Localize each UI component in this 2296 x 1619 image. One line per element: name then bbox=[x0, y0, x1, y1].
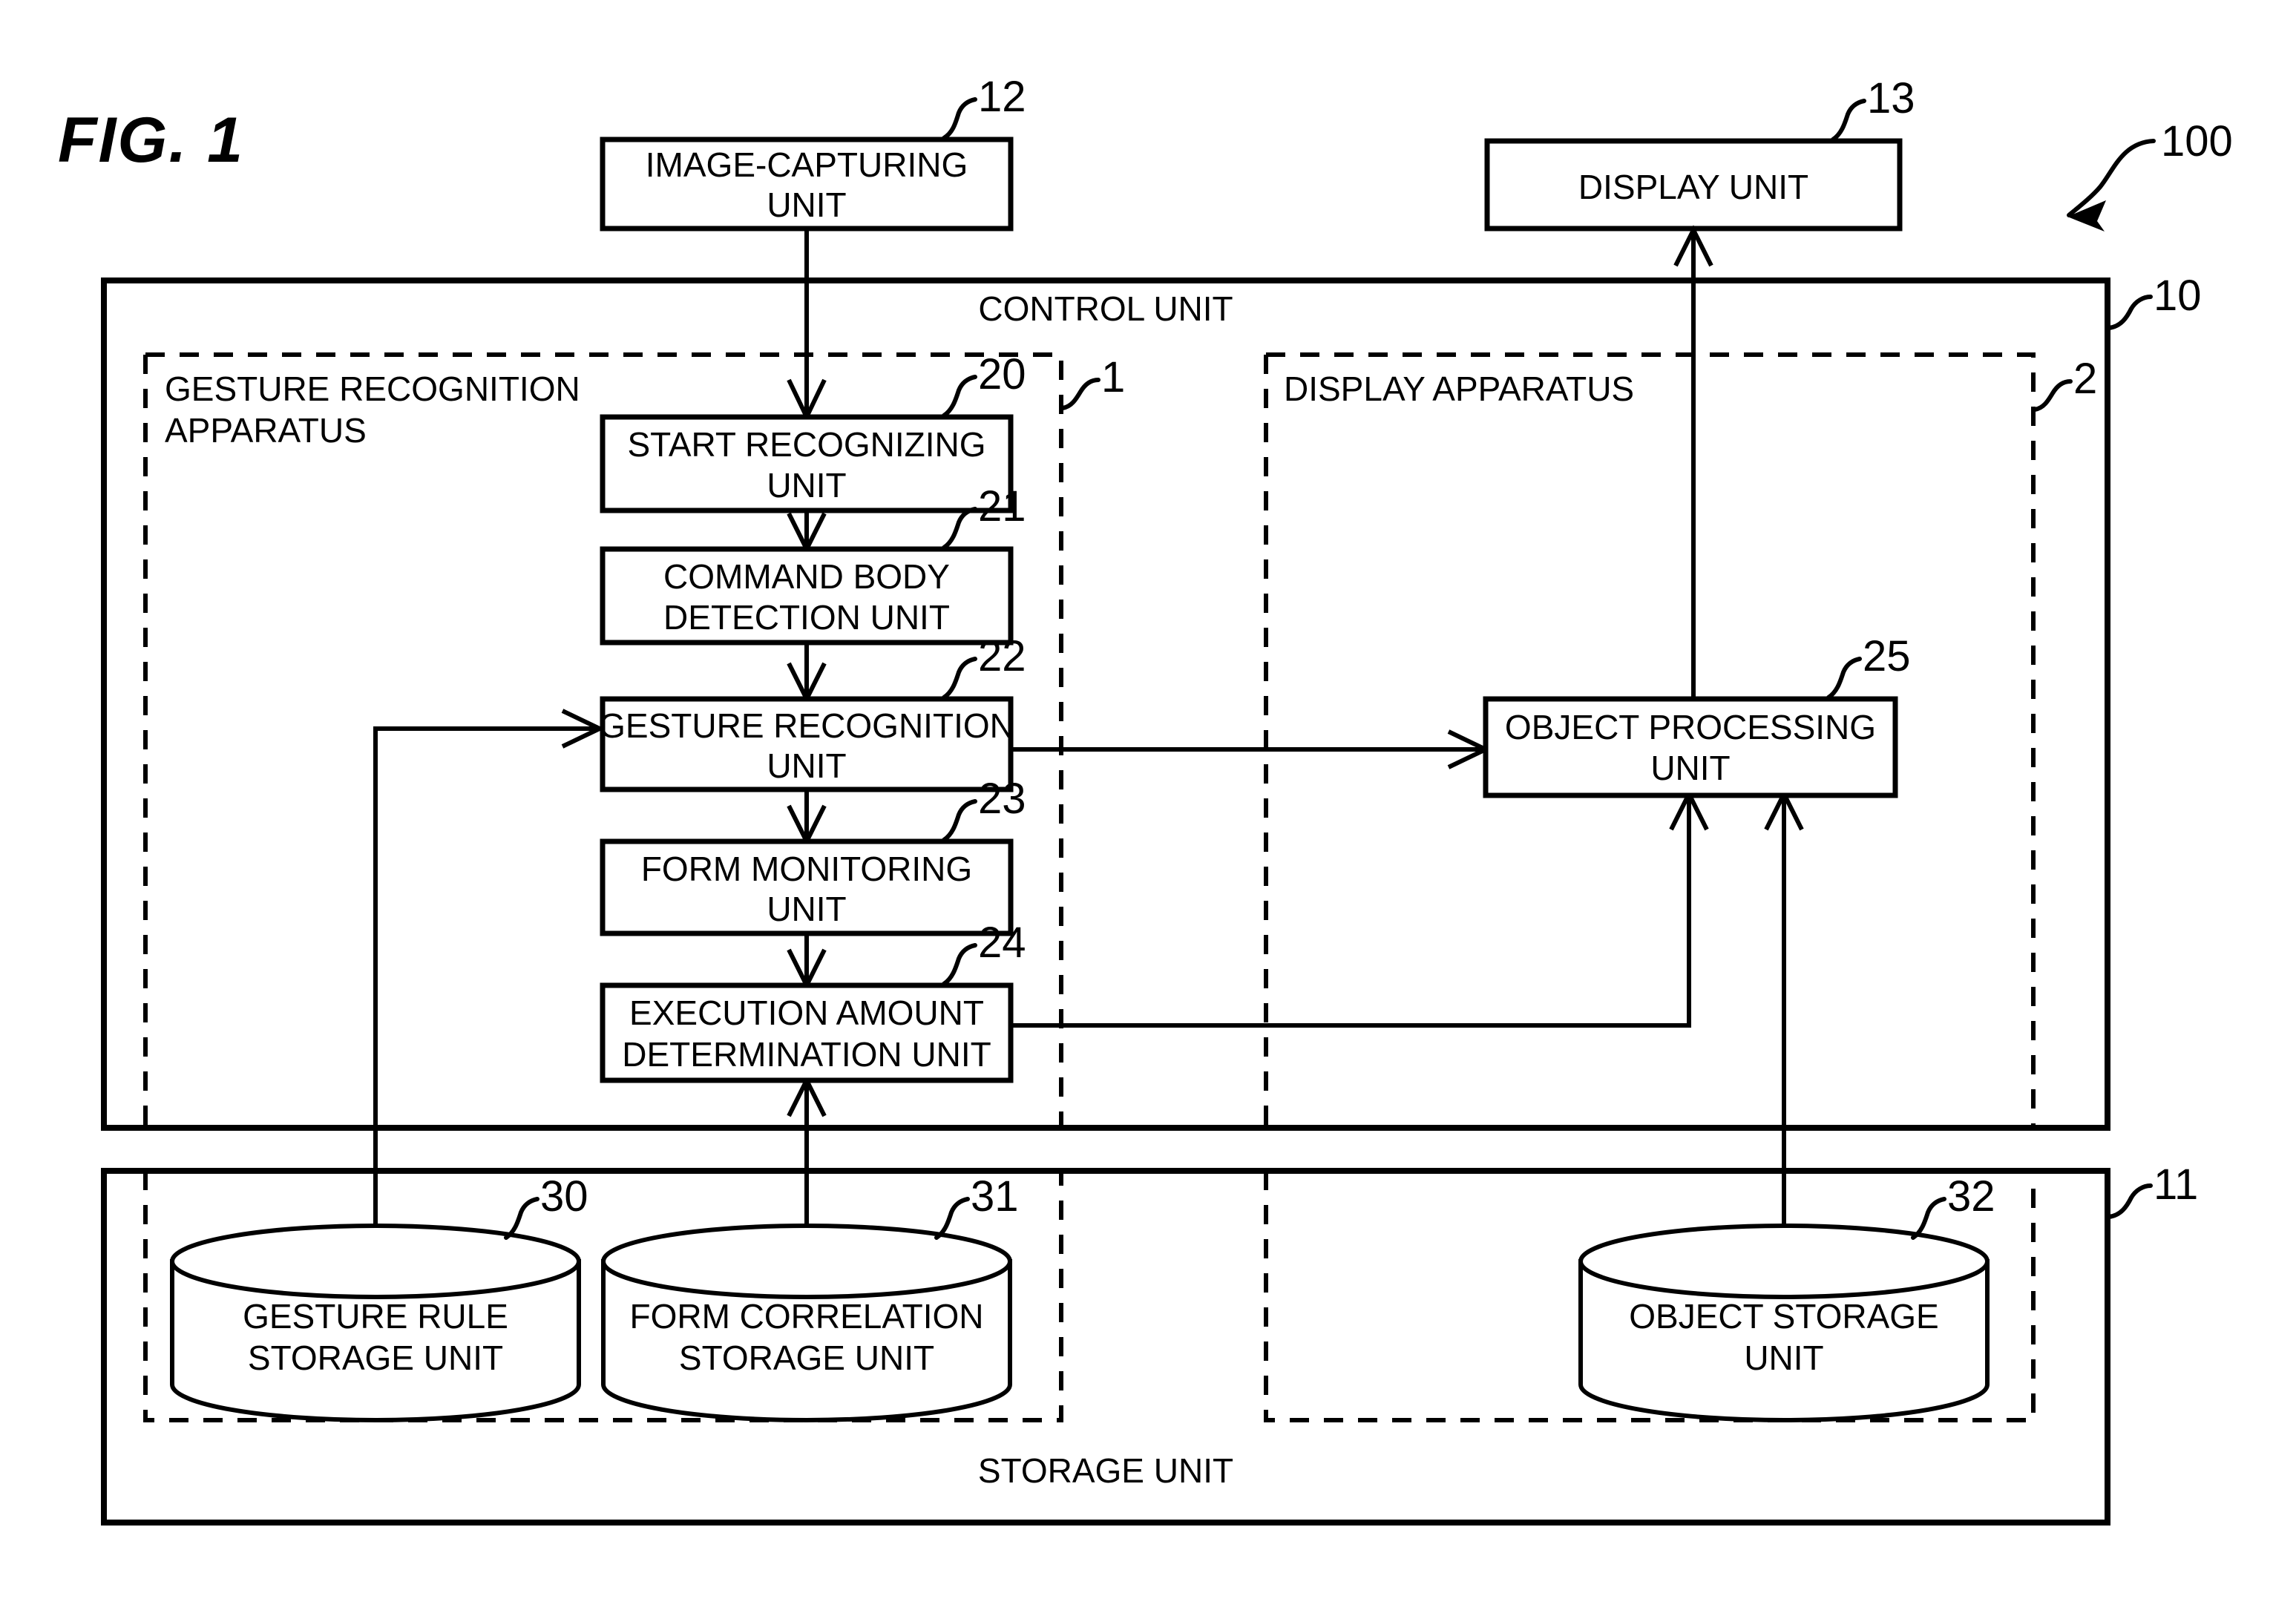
command-body-detection-unit-label-line2: DETECTION UNIT bbox=[663, 598, 950, 637]
form-monitoring-unit-label-line2: UNIT bbox=[767, 890, 846, 928]
gesture-recognition-unit-label-line2: UNIT bbox=[767, 746, 846, 785]
gesture-rule-storage-unit-label-line1: GESTURE RULE bbox=[243, 1297, 508, 1336]
control-unit-ref-number: 10 bbox=[2154, 272, 2202, 320]
image-capturing-unit-ref-leader bbox=[942, 97, 977, 140]
form-monitoring-unit-label-line1: FORM MONITORING bbox=[641, 850, 972, 888]
form-correlation-storage-unit-ref-leader bbox=[934, 1197, 970, 1240]
object-processing-unit-label-line1: OBJECT PROCESSING bbox=[1505, 708, 1876, 746]
image-capturing-unit-label-line1: IMAGE-CAPTURING bbox=[646, 145, 968, 184]
gesture-recognition-unit-label-line1: GESTURE RECOGNITION bbox=[599, 706, 1014, 745]
object-processing-unit-label-line2: UNIT bbox=[1650, 749, 1730, 787]
command-body-detection-unit-label-line1: COMMAND BODY bbox=[663, 557, 950, 596]
object-processing-unit-ref-number: 25 bbox=[1863, 632, 1911, 680]
gesture-recognition-unit-ref-number: 22 bbox=[978, 632, 1026, 680]
start-recognizing-unit-ref-number: 20 bbox=[978, 350, 1026, 398]
start-recognizing-unit-ref-leader bbox=[942, 375, 977, 418]
form-correlation-storage-unit-label-line2: STORAGE UNIT bbox=[679, 1339, 934, 1377]
object-storage-unit-ref-number: 32 bbox=[1947, 1172, 1995, 1221]
control-unit-label: CONTROL UNIT bbox=[978, 289, 1233, 328]
form-monitoring-unit-ref-leader bbox=[942, 799, 977, 842]
image-capturing-unit-label-line2: UNIT bbox=[767, 185, 846, 224]
block-diagram: FIG. 1 100 IMAGE-CAPTURING UNIT 12 DISPL… bbox=[58, 73, 2233, 1526]
storage-unit-ref-leader bbox=[2107, 1183, 2153, 1219]
form-monitoring-unit-ref-number: 23 bbox=[978, 775, 1026, 823]
gesture-apparatus-label-line2: APPARATUS bbox=[165, 411, 367, 450]
display-unit-ref-number: 13 bbox=[1867, 74, 1915, 122]
figure-title: FIG. 1 bbox=[58, 105, 244, 176]
storage-unit-label: STORAGE UNIT bbox=[978, 1451, 1233, 1490]
display-apparatus-ref-number: 2 bbox=[2073, 355, 2097, 403]
object-storage-unit-ref-leader bbox=[1911, 1197, 1946, 1240]
system-ref-number: 100 bbox=[2161, 117, 2233, 165]
execution-amount-determination-unit-ref-leader bbox=[942, 943, 977, 986]
display-apparatus-ref-leader bbox=[2033, 379, 2073, 412]
image-capturing-unit-ref-number: 12 bbox=[978, 73, 1026, 121]
execution-amount-determination-unit-label-line2: DETERMINATION UNIT bbox=[622, 1035, 991, 1074]
display-unit-label: DISPLAY UNIT bbox=[1578, 168, 1808, 206]
display-unit-ref-leader bbox=[1831, 99, 1866, 142]
gesture-rule-storage-unit-label-line2: STORAGE UNIT bbox=[248, 1339, 503, 1377]
object-storage-unit-label-line1: OBJECT STORAGE bbox=[1629, 1297, 1939, 1336]
gesture-apparatus-ref-number: 1 bbox=[1101, 353, 1125, 401]
object-storage-unit-label-line2: UNIT bbox=[1744, 1339, 1823, 1377]
execution-amount-determination-unit-label-line1: EXECUTION AMOUNT bbox=[629, 994, 984, 1032]
start-recognizing-unit-label-line1: START RECOGNIZING bbox=[627, 425, 985, 464]
display-apparatus-label: DISPLAY APPARATUS bbox=[1284, 370, 1634, 408]
execution-amount-determination-unit-ref-number: 24 bbox=[978, 919, 1026, 967]
gesture-recognition-unit-ref-leader bbox=[942, 657, 977, 700]
system-ref-leader bbox=[2067, 139, 2156, 231]
start-recognizing-unit-label-line2: UNIT bbox=[767, 466, 846, 505]
command-body-detection-unit-ref-leader bbox=[942, 507, 977, 550]
form-correlation-storage-unit-ref-number: 31 bbox=[971, 1172, 1019, 1221]
patent-figure: FIG. 1 100 IMAGE-CAPTURING UNIT 12 DISPL… bbox=[0, 0, 2296, 1619]
command-body-detection-unit-ref-number: 21 bbox=[978, 482, 1026, 531]
gesture-apparatus-ref-leader bbox=[1060, 378, 1101, 410]
storage-unit-ref-number: 11 bbox=[2154, 1160, 2198, 1209]
gesture-rule-storage-unit-ref-leader bbox=[504, 1197, 539, 1240]
object-processing-unit-ref-leader bbox=[1826, 657, 1862, 700]
gesture-rule-storage-unit-ref-number: 30 bbox=[540, 1172, 588, 1221]
form-correlation-storage-unit-label-line1: FORM CORRELATION bbox=[629, 1297, 983, 1336]
conn-execution-to-object-processing bbox=[1011, 795, 1691, 1028]
gesture-apparatus-label-line1: GESTURE RECOGNITION bbox=[165, 370, 580, 408]
control-unit-ref-leader bbox=[2107, 295, 2153, 330]
